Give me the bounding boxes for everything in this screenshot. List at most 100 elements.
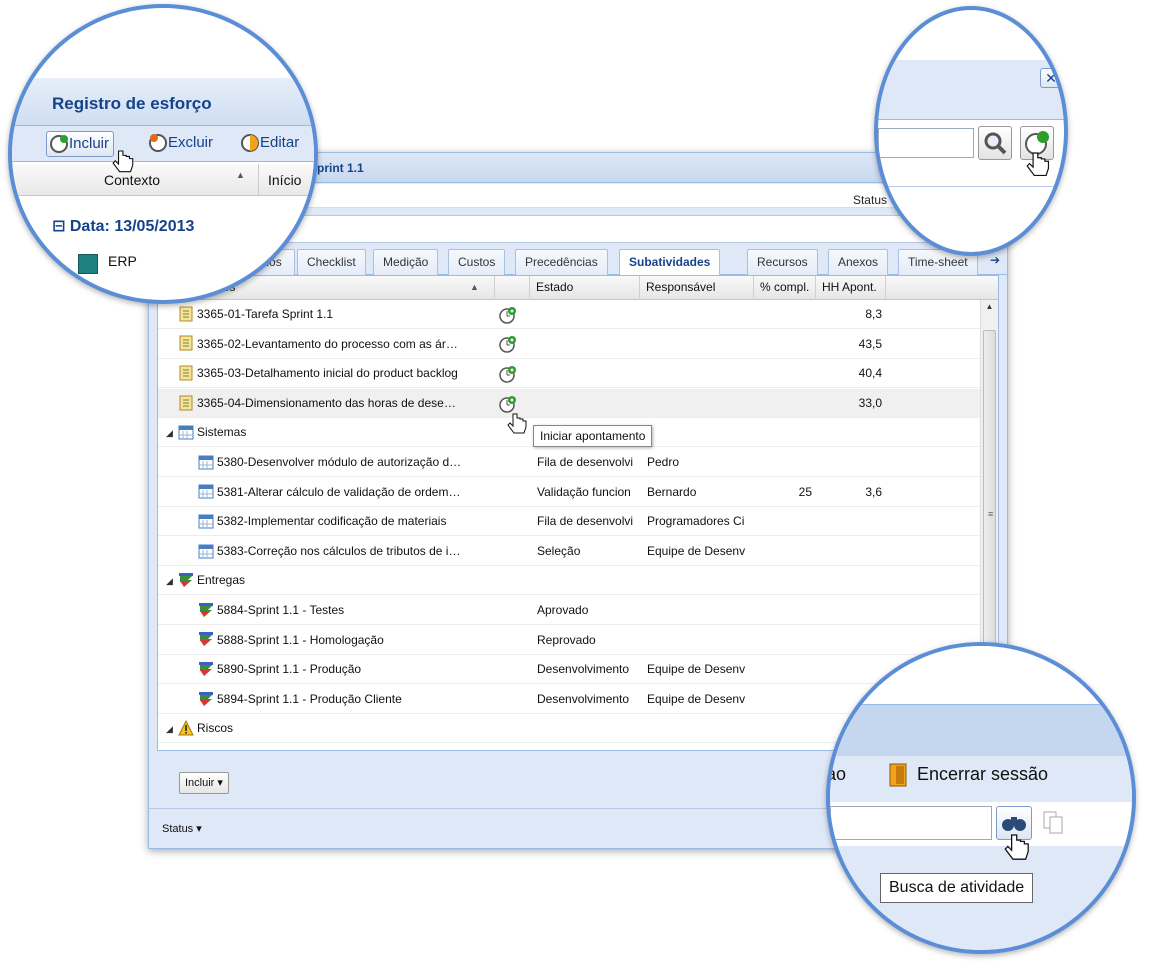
tab-precedencias[interactable]: Precedências bbox=[515, 249, 608, 275]
activity-name: ◢ Entregas bbox=[166, 566, 495, 595]
col-compl[interactable]: % compl. bbox=[754, 276, 816, 300]
tab-subatividades[interactable]: Subatividades bbox=[619, 249, 721, 276]
scroll-up-icon[interactable]: ▲ bbox=[981, 302, 998, 318]
dialog-header bbox=[878, 60, 1064, 120]
exit-door-icon bbox=[889, 763, 907, 787]
table-row[interactable]: 5382-Implementar codificação de materiai… bbox=[158, 507, 980, 537]
search-icon bbox=[984, 132, 1007, 155]
tab-custos[interactable]: Custos bbox=[448, 249, 506, 275]
hh-apont-cell: 8,3 bbox=[865, 307, 882, 321]
estado-cell: Fila de desenvolvi bbox=[537, 455, 634, 469]
search-button[interactable] bbox=[978, 126, 1012, 160]
responsavel-cell: Pedro bbox=[647, 455, 680, 469]
clock-edit-icon bbox=[241, 134, 259, 153]
erp-color-swatch bbox=[78, 254, 98, 274]
responsavel-cell: Equipe de Desenv bbox=[647, 691, 746, 706]
activity-name: 5383-Correção nos cálculos de tributos d… bbox=[198, 537, 495, 566]
activity-name: ◢ Riscos bbox=[166, 714, 495, 743]
expand-triangle-icon[interactable]: ◢ bbox=[166, 419, 178, 448]
col-clock bbox=[495, 276, 530, 300]
task-icon bbox=[178, 395, 197, 411]
delivery-icon bbox=[198, 691, 217, 706]
compl-cell: 25 bbox=[798, 484, 812, 499]
col-divider bbox=[258, 164, 259, 196]
calendar-icon bbox=[198, 514, 217, 529]
activity-name: ◢ Sistemas bbox=[166, 418, 495, 447]
tab-medicao[interactable]: Medição bbox=[373, 249, 439, 275]
activity-name: 5894-Sprint 1.1 - Produção Cliente bbox=[198, 685, 495, 714]
calendar-icon bbox=[178, 425, 197, 440]
delivery-icon bbox=[198, 632, 217, 647]
registro-grid-header: Contexto ▲ Início bbox=[12, 164, 314, 196]
end-session-button[interactable]: Encerrar sessão bbox=[886, 762, 1048, 788]
table-row[interactable]: 5884-Sprint 1.1 - Testes Aprovado bbox=[158, 596, 980, 625]
scroll-thumb[interactable]: ≡ bbox=[983, 330, 996, 660]
group-row[interactable]: ◢ Entregas bbox=[158, 566, 980, 596]
dialog-lower bbox=[878, 186, 1064, 226]
group-date[interactable]: ⊟ Data: 13/05/2013 bbox=[52, 216, 194, 236]
incluir-menu-button[interactable]: Incluir ▾ bbox=[179, 772, 229, 794]
col-hh-apont[interactable]: HH Apont. bbox=[816, 276, 886, 300]
sort-asc-icon: ▲ bbox=[470, 282, 479, 292]
activity-name: 3365-04-Dimensionamento das horas de des… bbox=[178, 389, 495, 418]
excluir-button[interactable]: Excluir bbox=[146, 131, 217, 157]
registro-title: Registro de esforço bbox=[52, 94, 212, 113]
table-row[interactable]: 3365-01-Tarefa Sprint 1.1 8,3 bbox=[158, 300, 980, 329]
activity-name: 5380-Desenvolver módulo de autorização d… bbox=[198, 448, 495, 477]
status-menu-button[interactable]: Status ▾ bbox=[162, 822, 202, 835]
partial-label: ao bbox=[826, 764, 847, 784]
editar-button[interactable]: Editar bbox=[238, 131, 303, 157]
start-clock-icon[interactable] bbox=[498, 300, 524, 329]
table-row[interactable]: 5381-Alterar cálculo de validação de ord… bbox=[158, 478, 980, 507]
activity-name: 3365-02-Levantamento do processo com as … bbox=[178, 330, 495, 359]
hh-apont-cell: 33,0 bbox=[858, 395, 882, 410]
table-row[interactable]: 5383-Correção nos cálculos de tributos d… bbox=[158, 537, 980, 566]
responsavel-cell: Programadores Ci bbox=[647, 514, 745, 529]
hand-cursor-icon bbox=[112, 150, 134, 173]
registro-toolbar: Incluir Excluir Editar bbox=[12, 126, 314, 162]
zoom3-band bbox=[830, 704, 1132, 756]
start-clock-icon[interactable] bbox=[498, 359, 524, 388]
hh-apont-cell: 40,4 bbox=[858, 366, 882, 381]
copy-icon[interactable] bbox=[1042, 810, 1066, 836]
grip-icon: ≡ bbox=[988, 509, 994, 519]
col-responsavel[interactable]: Responsável bbox=[640, 276, 754, 300]
estado-cell: Validação funcion bbox=[537, 484, 631, 499]
incluir-button[interactable]: Incluir bbox=[46, 131, 115, 157]
tab-recursos[interactable]: Recursos bbox=[747, 249, 818, 275]
tab-anexos[interactable]: Anexos bbox=[828, 249, 889, 275]
search-activity-tooltip: Busca de atividade bbox=[880, 873, 1034, 903]
zoom-circle-search: ao Encerrar sessão Busca de atividade bbox=[826, 642, 1136, 954]
table-row[interactable]: 3365-04-Dimensionamento das horas de des… bbox=[158, 388, 980, 418]
tab-checklist[interactable]: Checklist bbox=[297, 249, 366, 275]
col-estado[interactable]: Estado bbox=[530, 276, 640, 300]
clock-add-icon bbox=[50, 135, 68, 154]
calendar-icon bbox=[198, 544, 217, 559]
table-row[interactable]: 3365-02-Levantamento do processo com as … bbox=[158, 330, 980, 359]
estado-cell: Desenvolvimento bbox=[537, 691, 630, 706]
activity-search-input[interactable] bbox=[878, 128, 974, 158]
activity-name: 5382-Implementar codificação de materiai… bbox=[198, 507, 495, 536]
hand-cursor-icon bbox=[1026, 152, 1050, 177]
activity-name: 5884-Sprint 1.1 - Testes bbox=[198, 596, 495, 625]
expand-triangle-icon[interactable]: ◢ bbox=[166, 715, 178, 744]
col-inicio[interactable]: Início bbox=[268, 172, 301, 188]
activity-name: 3365-03-Detalhamento inicial do product … bbox=[178, 359, 495, 388]
zoom-circle-add: ✕ bbox=[874, 6, 1068, 256]
start-tracking-tooltip: Iniciar apontamento bbox=[533, 425, 653, 447]
erp-item[interactable]: ERP bbox=[108, 253, 137, 269]
sort-asc-icon: ▲ bbox=[236, 170, 245, 180]
hh-apont-cell: 43,5 bbox=[858, 336, 882, 351]
close-icon[interactable]: ✕ bbox=[1040, 68, 1062, 88]
expand-triangle-icon[interactable]: ◢ bbox=[166, 567, 178, 596]
tab-scroll-right-icon[interactable]: ➔ bbox=[987, 253, 1003, 271]
responsavel-cell: Equipe de Desenv bbox=[647, 543, 746, 558]
start-clock-icon[interactable] bbox=[498, 330, 524, 359]
grid-header: vidades ▲ Estado Responsável % compl. HH… bbox=[158, 276, 998, 300]
estado-cell: Aprovado bbox=[537, 603, 589, 617]
delivery-icon bbox=[198, 662, 217, 677]
activity-search-field[interactable] bbox=[830, 806, 992, 840]
table-row[interactable]: 3365-03-Detalhamento inicial do product … bbox=[158, 359, 980, 389]
table-row[interactable]: 5380-Desenvolver módulo de autorização d… bbox=[158, 448, 980, 477]
estado-cell: Reprovado bbox=[537, 632, 596, 647]
